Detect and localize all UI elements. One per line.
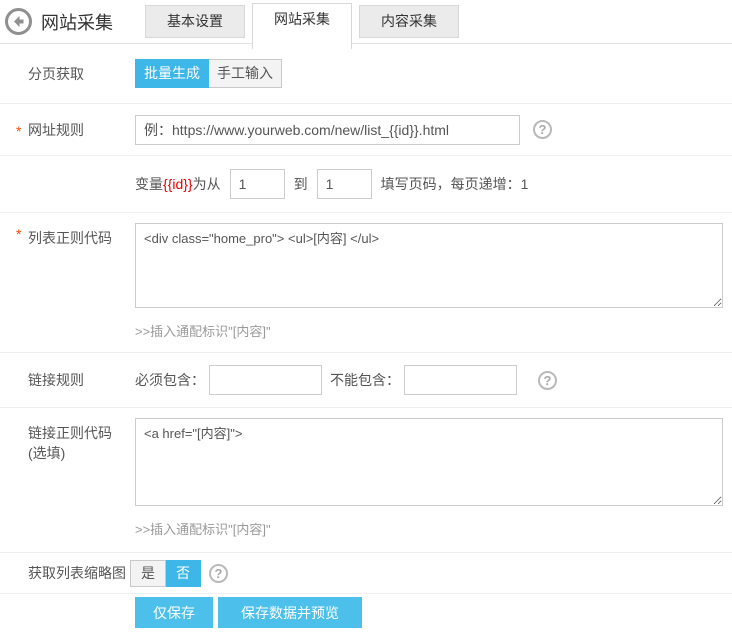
link-regex-textarea[interactable]: <a href="[内容]"> bbox=[135, 418, 723, 506]
variable-to-label: 到 bbox=[294, 174, 308, 194]
page-title: 网站采集 bbox=[41, 9, 113, 35]
list-regex-row: *列表正则代码 <div class="home_pro"> <ul>[内容] … bbox=[0, 213, 732, 353]
save-preview-button[interactable]: 保存数据并预览 bbox=[218, 597, 362, 628]
thumbnail-option-yes[interactable]: 是 bbox=[130, 560, 166, 587]
not-contain-label: 不能包含： bbox=[330, 370, 400, 390]
page-to-input[interactable] bbox=[317, 169, 372, 199]
url-rule-input[interactable] bbox=[135, 115, 520, 145]
list-regex-textarea[interactable]: <div class="home_pro"> <ul>[内容] </ul> bbox=[135, 223, 723, 308]
must-contain-label: 必须包含： bbox=[135, 370, 205, 390]
required-mark: * bbox=[16, 224, 21, 244]
actions-row: 仅保存 保存数据并预览 bbox=[0, 594, 732, 634]
pagination-option-manual[interactable]: 手工输入 bbox=[209, 59, 282, 88]
thumbnail-option-no[interactable]: 否 bbox=[166, 560, 201, 587]
list-regex-label: *列表正则代码 bbox=[28, 223, 135, 352]
page-header: 网站采集 基本设置 网站采集 内容采集 bbox=[0, 0, 732, 44]
link-regex-label-optional: (选填) bbox=[28, 443, 135, 463]
variable-text-suffix: 填写页码，每页递增：1 bbox=[381, 174, 529, 194]
must-contain-input[interactable] bbox=[209, 365, 322, 395]
not-contain-input[interactable] bbox=[404, 365, 517, 395]
help-icon[interactable]: ? bbox=[209, 564, 228, 583]
url-rule-row: *网址规则 ? bbox=[0, 104, 732, 156]
insert-wildcard-link[interactable]: >>插入通配标识"[内容]" bbox=[135, 321, 723, 340]
variable-name: {{id}} bbox=[163, 176, 193, 192]
url-rule-label: *网址规则 bbox=[28, 120, 135, 140]
save-button[interactable]: 仅保存 bbox=[135, 597, 213, 628]
insert-wildcard-link[interactable]: >>插入通配标识"[内容]" bbox=[135, 519, 723, 538]
required-mark: * bbox=[16, 121, 21, 141]
pagination-toggle: 批量生成 手工输入 bbox=[135, 59, 282, 88]
tab-bar: 基本设置 网站采集 内容采集 bbox=[145, 0, 466, 43]
link-rule-label: 链接规则 bbox=[28, 370, 135, 390]
variable-text-prefix: 变量{{id}}为从 bbox=[135, 174, 221, 194]
pagination-label: 分页获取 bbox=[28, 64, 135, 84]
tab-content-collection[interactable]: 内容采集 bbox=[359, 5, 459, 38]
page-from-input[interactable] bbox=[230, 169, 285, 199]
link-regex-label: 链接正则代码 (选填) bbox=[28, 418, 135, 552]
back-icon[interactable] bbox=[5, 8, 32, 35]
thumbnail-label: 获取列表缩略图 bbox=[28, 563, 130, 583]
help-icon[interactable]: ? bbox=[533, 120, 552, 139]
link-rule-row: 链接规则 必须包含： 不能包含： ? bbox=[0, 353, 732, 408]
help-icon[interactable]: ? bbox=[538, 371, 557, 390]
pagination-row: 分页获取 批量生成 手工输入 bbox=[0, 44, 732, 104]
thumbnail-toggle: 是 否 bbox=[130, 560, 201, 587]
tab-site-collection[interactable]: 网站采集 bbox=[252, 3, 352, 49]
pagination-option-batch[interactable]: 批量生成 bbox=[135, 59, 209, 88]
link-regex-row: 链接正则代码 (选填) <a href="[内容]"> >>插入通配标识"[内容… bbox=[0, 408, 732, 553]
variable-row: 变量{{id}}为从 到 填写页码，每页递增：1 bbox=[0, 156, 732, 213]
thumbnail-row: 获取列表缩略图 是 否 ? bbox=[0, 553, 732, 594]
tab-basic-settings[interactable]: 基本设置 bbox=[145, 5, 245, 38]
